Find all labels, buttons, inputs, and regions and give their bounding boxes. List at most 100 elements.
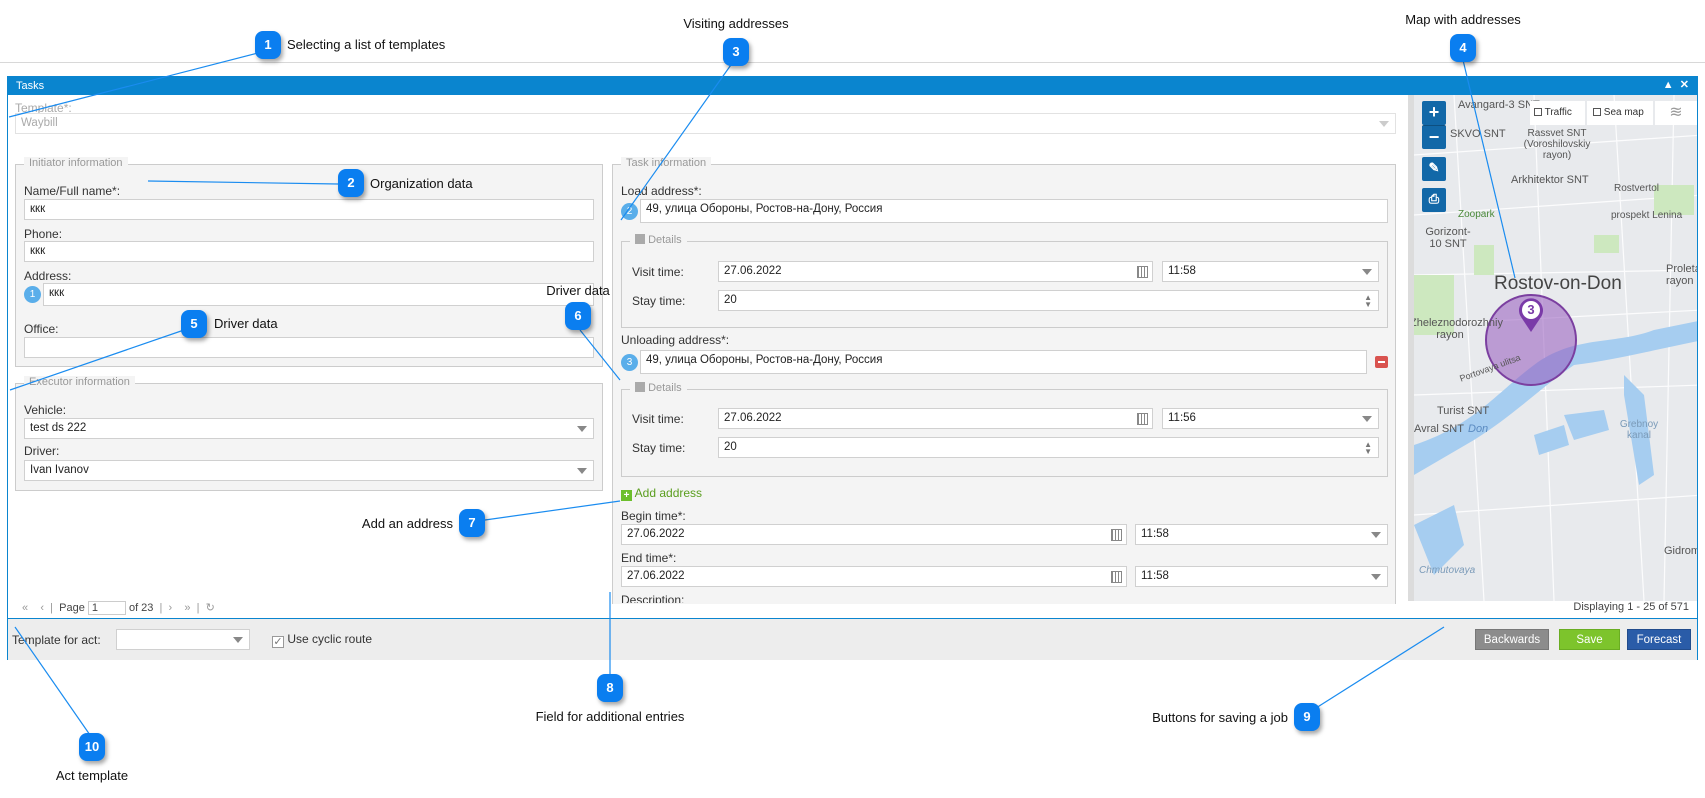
driver-value: Ivan Ivanov xyxy=(30,464,89,476)
map-label: Gidromet xyxy=(1664,545,1697,557)
zoom-out-button[interactable]: − xyxy=(1422,125,1446,149)
page-input[interactable]: 1 xyxy=(87,601,126,615)
map-label: Avangard-3 SNT xyxy=(1458,99,1540,111)
address-marker: 1 xyxy=(24,286,41,303)
office-input[interactable] xyxy=(24,337,594,358)
details-fieldset-unload: Details Visit time: 27.06.2022 11:56 Sta… xyxy=(621,382,1388,477)
template-select[interactable]: Waybill xyxy=(15,113,1396,134)
next-page-icon[interactable]: › xyxy=(169,602,173,614)
driver-label: Driver: xyxy=(24,444,60,458)
sea-map-label: Sea map xyxy=(1603,107,1644,118)
visit-time-select[interactable]: 11:58 xyxy=(1162,261,1379,282)
callout-badge: 6 xyxy=(565,302,591,330)
chevron-down-icon xyxy=(1371,532,1381,538)
save-button[interactable]: Save xyxy=(1559,629,1620,650)
executor-fieldset: Executor information Vehicle: test ds 22… xyxy=(15,376,603,491)
chevron-down-icon xyxy=(577,426,587,432)
chevron-down-icon xyxy=(1371,574,1381,580)
map-label: Rostvertol xyxy=(1614,183,1660,194)
collapse-icon xyxy=(635,382,645,392)
stay-time-input[interactable]: 20 ▲ ▼ xyxy=(718,290,1379,311)
add-address-link[interactable]: + Add address xyxy=(621,486,702,501)
begin-time-select[interactable]: 11:58 xyxy=(1135,524,1388,545)
map-label: Avral SNT xyxy=(1414,423,1464,435)
load-address-marker: 2 xyxy=(621,203,638,220)
map-city-label: Rostov-on-Don xyxy=(1494,273,1622,294)
visit-time-value: 11:58 xyxy=(1168,265,1196,277)
map-label: Don xyxy=(1468,423,1489,435)
map-label: prospekt Lenina xyxy=(1611,210,1683,221)
tasks-window: Tasks ▲ ✕ Template*: Waybill Initiator i… xyxy=(7,76,1698,660)
cluster-count[interactable]: 3 xyxy=(1522,302,1540,317)
callout-badge: 8 xyxy=(597,674,623,702)
end-date-input[interactable]: 27.06.2022 xyxy=(621,566,1127,587)
zoom-in-button[interactable]: + xyxy=(1422,101,1446,125)
vehicle-select[interactable]: test ds 222 xyxy=(24,418,594,439)
callout-badge: 9 xyxy=(1294,703,1320,731)
spinner-icon[interactable]: ▲ ▼ xyxy=(1364,441,1372,456)
callout-text: Field for additional entries xyxy=(535,709,685,724)
details-toggle[interactable]: Details xyxy=(630,234,687,246)
map-label: Rassvet SNT (Voroshilovskiy rayon) xyxy=(1523,128,1591,161)
page-count: of 23 xyxy=(128,602,154,614)
calendar-icon[interactable] xyxy=(1111,571,1122,583)
add-address-label: Add address xyxy=(634,486,703,500)
last-page-icon[interactable]: » xyxy=(184,602,190,614)
chevron-down-icon xyxy=(577,468,587,474)
checkbox[interactable] xyxy=(1534,108,1542,116)
refresh-icon[interactable]: ↻ xyxy=(206,602,215,614)
callout-text: Act template xyxy=(55,768,129,783)
driver-select[interactable]: Ivan Ivanov xyxy=(24,460,594,481)
act-template-select[interactable] xyxy=(116,629,250,650)
stay-time-input[interactable]: 20 ▲ ▼ xyxy=(718,437,1379,458)
displaying-count: Displaying 1 - 25 of 571 xyxy=(1573,601,1689,613)
close-icon[interactable]: ✕ xyxy=(1680,79,1689,91)
measure-tools-icon[interactable]: ✎ xyxy=(1422,157,1446,181)
calendar-icon[interactable] xyxy=(1137,413,1148,425)
chevron-down-icon xyxy=(1362,416,1372,422)
collapse-icon[interactable]: ▲ xyxy=(1663,79,1674,91)
unloading-address-input[interactable]: 49, улица Обороны, Ростов-на-Дону, Росси… xyxy=(640,350,1367,374)
name-label: Name/Full name*: xyxy=(24,184,121,198)
task-legend: Task information xyxy=(621,157,712,169)
end-time-label: End time*: xyxy=(621,551,677,565)
address-input[interactable]: ккк xyxy=(43,283,594,306)
sea-map-toggle[interactable]: Sea map xyxy=(1587,101,1653,125)
forecast-button[interactable]: Forecast xyxy=(1627,629,1691,650)
stay-time-label: Stay time: xyxy=(632,441,686,455)
visit-time-label: Visit time: xyxy=(632,412,684,426)
first-page-icon[interactable]: « xyxy=(22,602,28,614)
phone-input[interactable]: ккк xyxy=(24,241,594,262)
stay-time-value: 20 xyxy=(724,441,737,453)
details-toggle[interactable]: Details xyxy=(630,382,687,394)
visit-date-input[interactable]: 27.06.2022 xyxy=(718,261,1153,282)
cyclic-route-checkbox[interactable]: ✓ Use cyclic route xyxy=(272,632,372,648)
map-label: Chmutovaya xyxy=(1419,565,1476,576)
pager: « ‹ | Page 1 of 23 | › » | ↻ xyxy=(22,601,215,615)
end-time-select[interactable]: 11:58 xyxy=(1135,566,1388,587)
spinner-icon[interactable]: ▲ ▼ xyxy=(1364,294,1372,309)
backwards-button[interactable]: Backwards xyxy=(1475,629,1549,650)
chevron-down-icon xyxy=(1362,269,1372,275)
visit-date-input[interactable]: 27.06.2022 xyxy=(718,408,1153,429)
name-input[interactable]: ккк xyxy=(24,199,594,220)
prev-page-icon[interactable]: ‹ xyxy=(40,602,44,614)
load-address-input[interactable]: 49, улица Обороны, Ростов-на-Дону, Росси… xyxy=(640,199,1388,223)
traffic-toggle[interactable]: Traffic xyxy=(1530,101,1585,125)
begin-date-input[interactable]: 27.06.2022 xyxy=(621,524,1127,545)
remove-address-icon[interactable] xyxy=(1375,356,1388,368)
layers-icon[interactable]: ≋ xyxy=(1655,101,1697,125)
vehicle-value: test ds 222 xyxy=(30,422,87,434)
visit-time-select[interactable]: 11:56 xyxy=(1162,408,1379,429)
callout-text: Selecting a list of templates xyxy=(287,37,446,52)
map-canvas xyxy=(1414,95,1697,601)
callout-text: Driver data xyxy=(546,283,610,298)
calendar-icon[interactable] xyxy=(1111,529,1122,541)
calendar-icon[interactable] xyxy=(1137,266,1148,278)
print-icon[interactable]: ⎙ xyxy=(1422,188,1446,212)
chevron-down-icon xyxy=(233,637,243,643)
callout-badge: 5 xyxy=(181,310,207,338)
map[interactable]: 3 Rostov-on-Don Avangard-3 SNT SKVO SNT … xyxy=(1408,95,1697,601)
unloading-address-label: Unloading address*: xyxy=(621,333,730,347)
checkbox[interactable] xyxy=(1593,108,1601,116)
